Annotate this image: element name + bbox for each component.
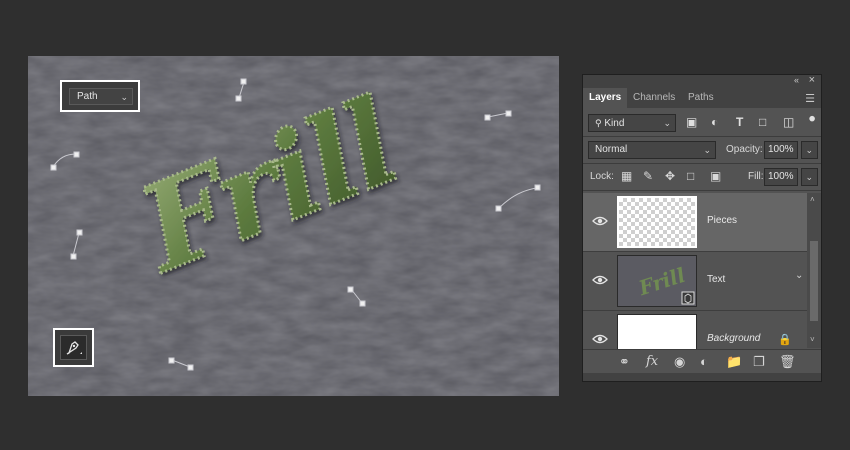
document-canvas[interactable]: Frill Path ⌄ [28,56,559,396]
chevron-down-icon[interactable]: ⌄ [795,270,803,281]
layer-name: Text [707,274,726,285]
fill-label: Fill: [748,171,764,182]
search-icon: ⚲ [595,118,602,128]
image-filter-icon[interactable]: ▣ [686,115,697,129]
filter-kind-label: Kind [604,118,625,129]
lock-label: Lock: [590,171,614,182]
eye-icon[interactable] [592,333,608,345]
fill-value: 100% [768,171,794,182]
opacity-value: 100% [768,144,794,155]
layers-scrollbar[interactable]: ˄ ˅ [807,193,821,348]
link-icon[interactable]: ⚭ [619,354,630,370]
close-icon[interactable]: × [809,74,815,86]
fill-dropdown[interactable]: ⌄ [801,168,818,186]
panel-menu-icon[interactable]: ☰ [805,92,815,105]
blend-mode-select[interactable]: Normal ⌄ [588,141,716,159]
svg-text:Frill: Frill [635,263,689,301]
eye-icon[interactable] [592,215,608,227]
layer-thumbnail [617,196,697,248]
chevron-down-icon: ⌄ [120,92,128,102]
panel-top-strip: « × [583,74,821,88]
shape-filter-icon[interactable]: □ [759,115,766,129]
layer-row-text[interactable]: Frill Text ⌄ [583,252,807,311]
chevron-down-icon: ⌄ [805,145,813,155]
adjustment-icon[interactable]: ◐ [700,354,708,369]
blend-mode-label: Normal [595,144,628,155]
path-mode-label: Path [77,91,98,102]
layer-row-pieces[interactable]: Pieces [583,193,807,252]
divider [583,136,821,137]
adjustment-filter-icon[interactable]: ◐ [711,115,718,129]
smart-object-filter-icon[interactable]: ◫ [783,115,794,129]
divider [583,190,821,191]
lock-position-icon[interactable]: ✥ [665,169,675,183]
layer-name: Background [707,333,761,344]
layer-thumbnail: Frill [617,255,697,307]
lock-icon: 🔒 [778,334,792,346]
layer-thumbnail [617,314,697,349]
layers-panel: « × Layers Channels Paths ☰ ⚲ Kind ⌄ ▣ ◐… [582,74,822,382]
tab-channels[interactable]: Channels [627,88,681,108]
panel-resize-strip[interactable] [583,373,821,381]
folder-icon[interactable]: 📁 [726,354,742,370]
mask-icon[interactable]: ◉ [674,354,685,370]
tab-layers[interactable]: Layers [583,88,628,108]
scroll-up-icon[interactable]: ˄ [810,195,815,204]
filter-toggle-icon[interactable]: ⚫ [807,112,817,126]
eye-icon[interactable] [592,274,608,286]
divider [583,163,821,164]
type-filter-icon[interactable]: T [736,115,743,129]
chevron-down-icon: ⌄ [703,145,711,155]
collapse-panel-icon[interactable]: « [794,75,799,85]
scrollbar-thumb[interactable] [810,241,818,321]
pen-tool-icon [66,341,82,355]
chevron-down-icon: ⌄ [663,118,671,128]
path-mode-select[interactable]: Path ⌄ [69,88,133,105]
pen-tool-highlight [53,328,94,367]
filter-kind-select[interactable]: ⚲ Kind ⌄ [588,114,676,132]
panel-tabs: Layers Channels Paths ☰ [583,88,821,108]
layers-footer: ⚭ fx ◉ ◐ 📁 ❐ 🗑 [583,349,821,374]
fill-field[interactable]: 100% [764,168,798,186]
opacity-label: Opacity: [726,144,763,155]
scroll-down-icon[interactable]: ˅ [810,335,815,344]
trash-icon[interactable]: 🗑 [779,354,796,370]
opacity-dropdown[interactable]: ⌄ [801,141,818,159]
lock-image-icon[interactable]: ✎ [643,169,653,183]
lock-artboard-icon[interactable]: □ [687,169,694,183]
text-thumbnail-art: Frill [635,263,695,305]
lock-all-icon[interactable]: ▣ [710,169,721,183]
path-mode-highlight: Path ⌄ [60,80,140,112]
opacity-field[interactable]: 100% [764,141,798,159]
lock-transparent-icon[interactable]: ▦ [621,169,632,183]
new-layer-icon[interactable]: ❐ [753,354,765,370]
pen-tool-button[interactable] [60,335,87,360]
fx-icon[interactable]: fx [646,354,658,369]
layer-row-background[interactable]: Background 🔒 [583,311,807,349]
chevron-down-icon: ⌄ [805,172,813,182]
tab-paths[interactable]: Paths [682,88,720,108]
layer-name: Pieces [707,215,738,226]
